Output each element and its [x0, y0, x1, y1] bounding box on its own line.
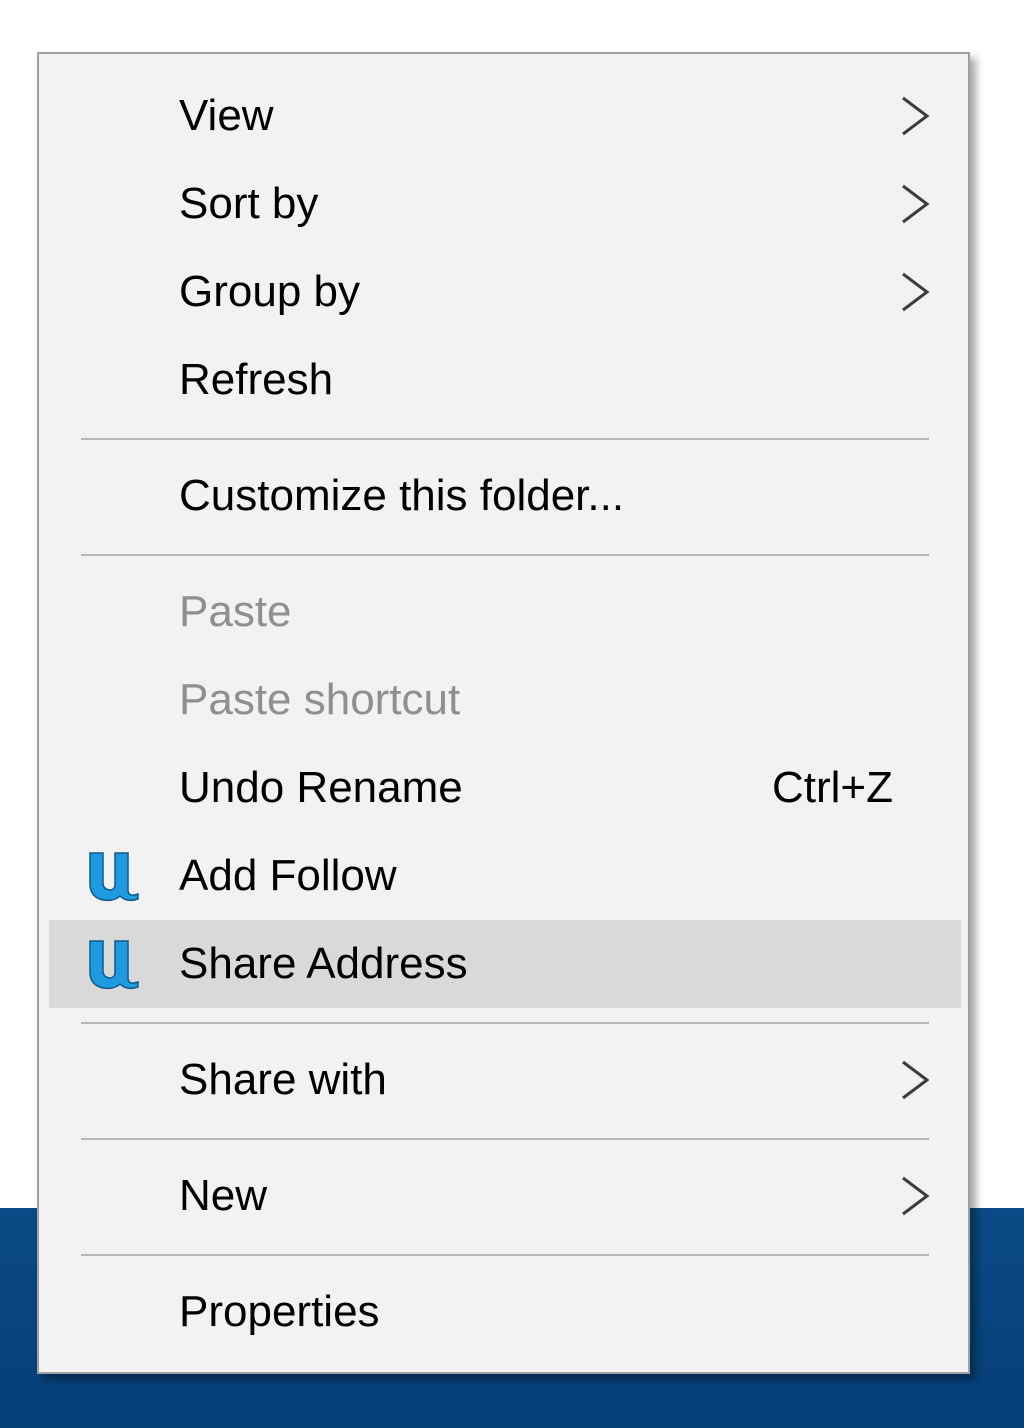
menu-item-label: Paste: [179, 587, 292, 636]
context-menu: View Sort by Group by Refresh Customize …: [37, 52, 970, 1374]
chevron-right-icon: [902, 96, 930, 136]
menu-item-label: Sort by: [179, 179, 319, 228]
chevron-right-icon: [902, 184, 930, 224]
menu-item-share-address[interactable]: Share Address: [49, 920, 961, 1008]
menu-item-label: View: [179, 91, 274, 140]
menu-item-label: Paste shortcut: [179, 675, 461, 724]
menu-item-properties[interactable]: Properties: [49, 1268, 961, 1356]
menu-separator: [81, 554, 929, 556]
menu-item-sort-by[interactable]: Sort by: [49, 160, 961, 248]
menu-separator: [81, 438, 929, 440]
menu-separator: [81, 1022, 929, 1024]
menu-item-label: Add Follow: [179, 851, 397, 900]
menu-item-label: Refresh: [179, 355, 334, 404]
menu-item-paste: Paste: [49, 568, 961, 656]
menu-item-label: New: [179, 1171, 268, 1220]
menu-item-undo-rename[interactable]: Undo Rename Ctrl+Z: [49, 744, 961, 832]
menu-item-customize-folder[interactable]: Customize this folder...: [49, 452, 961, 540]
menu-item-new[interactable]: New: [49, 1152, 961, 1240]
chevron-right-icon: [902, 1176, 930, 1216]
menu-separator: [81, 1254, 929, 1256]
menu-item-refresh[interactable]: Refresh: [49, 336, 961, 424]
menu-item-view[interactable]: View: [49, 72, 961, 160]
u-app-icon: [89, 852, 139, 902]
menu-item-share-with[interactable]: Share with: [49, 1036, 961, 1124]
menu-item-label: Customize this folder...: [179, 471, 625, 520]
menu-item-add-follow[interactable]: Add Follow: [49, 832, 961, 920]
menu-separator: [81, 1138, 929, 1140]
menu-item-label: Undo Rename: [179, 763, 463, 812]
chevron-right-icon: [902, 1060, 930, 1100]
menu-item-paste-shortcut: Paste shortcut: [49, 656, 961, 744]
chevron-right-icon: [902, 272, 930, 312]
menu-item-label: Properties: [179, 1287, 380, 1336]
menu-item-label: Group by: [179, 267, 360, 316]
menu-item-group-by[interactable]: Group by: [49, 248, 961, 336]
menu-item-label: Share Address: [179, 939, 468, 988]
menu-item-label: Share with: [179, 1055, 387, 1104]
keyboard-shortcut: Ctrl+Z: [772, 763, 893, 812]
u-app-icon: [89, 940, 139, 990]
